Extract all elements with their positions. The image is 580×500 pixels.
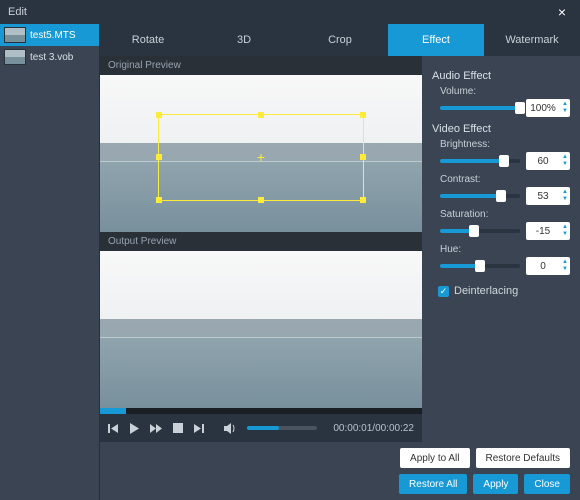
titlebar: Edit × [0, 0, 580, 24]
volume-icon[interactable] [224, 423, 237, 434]
volume-slider[interactable] [247, 426, 317, 430]
output-preview-label: Output Preview [100, 232, 422, 251]
hue-label: Hue: [440, 244, 570, 255]
crop-selection[interactable]: + [158, 114, 364, 200]
window-title: Edit [8, 6, 27, 18]
tab-watermark[interactable]: Watermark [484, 24, 580, 56]
contrast-value[interactable] [526, 191, 560, 202]
effect-panel: Audio Effect Volume: ▲▼ Video Effect Bri… [422, 56, 580, 442]
crop-handle[interactable] [360, 154, 366, 160]
crop-center-icon: + [255, 151, 267, 163]
file-name: test 3.vob [30, 52, 73, 63]
crop-handle[interactable] [156, 112, 162, 118]
saturation-value[interactable] [526, 226, 560, 237]
hue-input[interactable]: ▲▼ [526, 257, 570, 275]
contrast-input[interactable]: ▲▼ [526, 187, 570, 205]
tab-3d[interactable]: 3D [196, 24, 292, 56]
footer: Apply to All Restore Defaults Restore Al… [100, 442, 580, 500]
spinner-up-icon[interactable]: ▲ [560, 189, 570, 196]
original-preview-label: Original Preview [100, 56, 422, 75]
volume-slider[interactable] [440, 106, 520, 110]
preview-column: Original Preview + [100, 56, 422, 442]
spinner-down-icon[interactable]: ▼ [560, 266, 570, 273]
crop-handle[interactable] [156, 197, 162, 203]
close-button[interactable]: Close [524, 474, 570, 494]
crop-handle[interactable] [258, 197, 264, 203]
restore-defaults-button[interactable]: Restore Defaults [476, 448, 570, 468]
crop-handle[interactable] [258, 112, 264, 118]
volume-input[interactable]: ▲▼ [526, 99, 570, 117]
file-thumb-icon [4, 27, 26, 43]
spinner-up-icon[interactable]: ▲ [560, 259, 570, 266]
file-item[interactable]: test 3.vob [0, 46, 99, 68]
spinner-down-icon[interactable]: ▼ [560, 108, 570, 115]
saturation-label: Saturation: [440, 209, 570, 220]
spinner-up-icon[interactable]: ▲ [560, 224, 570, 231]
checkbox-checked-icon[interactable]: ✓ [438, 286, 449, 297]
crop-handle[interactable] [156, 154, 162, 160]
tab-crop[interactable]: Crop [292, 24, 388, 56]
file-item[interactable]: test5.MTS [0, 24, 99, 46]
spinner-up-icon[interactable]: ▲ [560, 101, 570, 108]
time-display: 00:00:01/00:00:22 [333, 423, 414, 434]
saturation-input[interactable]: ▲▼ [526, 222, 570, 240]
close-icon[interactable]: × [552, 2, 572, 22]
brightness-slider[interactable] [440, 159, 520, 163]
spinner-down-icon[interactable]: ▼ [560, 196, 570, 203]
prev-icon[interactable] [108, 423, 119, 434]
tab-bar: Rotate 3D Crop Effect Watermark [100, 24, 580, 56]
file-name: test5.MTS [30, 30, 76, 41]
file-sidebar: test5.MTS test 3.vob [0, 24, 100, 500]
tab-effect[interactable]: Effect [388, 24, 484, 56]
playback-controls: 00:00:01/00:00:22 [100, 414, 422, 442]
contrast-label: Contrast: [440, 174, 570, 185]
crop-handle[interactable] [360, 112, 366, 118]
deinterlacing-label: Deinterlacing [454, 285, 518, 297]
output-preview [100, 251, 422, 408]
next-icon[interactable] [193, 423, 204, 434]
crop-handle[interactable] [360, 197, 366, 203]
original-preview[interactable]: + [100, 75, 422, 232]
spinner-up-icon[interactable]: ▲ [560, 154, 570, 161]
hue-slider[interactable] [440, 264, 520, 268]
deinterlacing-checkbox[interactable]: ✓ Deinterlacing [438, 285, 570, 297]
seek-bar[interactable] [100, 408, 422, 414]
volume-value[interactable] [526, 103, 560, 114]
tab-rotate[interactable]: Rotate [100, 24, 196, 56]
contrast-slider[interactable] [440, 194, 520, 198]
file-thumb-icon [4, 49, 26, 65]
stop-icon[interactable] [173, 423, 183, 433]
volume-label: Volume: [440, 86, 570, 97]
spinner-down-icon[interactable]: ▼ [560, 161, 570, 168]
video-effect-header: Video Effect [432, 123, 570, 135]
audio-effect-header: Audio Effect [432, 70, 570, 82]
spinner-down-icon[interactable]: ▼ [560, 231, 570, 238]
brightness-input[interactable]: ▲▼ [526, 152, 570, 170]
hue-value[interactable] [526, 261, 560, 272]
apply-to-all-button[interactable]: Apply to All [400, 448, 469, 468]
fast-forward-icon[interactable] [150, 423, 163, 434]
apply-button[interactable]: Apply [473, 474, 518, 494]
brightness-value[interactable] [526, 156, 560, 167]
saturation-slider[interactable] [440, 229, 520, 233]
play-icon[interactable] [129, 423, 140, 434]
restore-all-button[interactable]: Restore All [399, 474, 467, 494]
brightness-label: Brightness: [440, 139, 570, 150]
